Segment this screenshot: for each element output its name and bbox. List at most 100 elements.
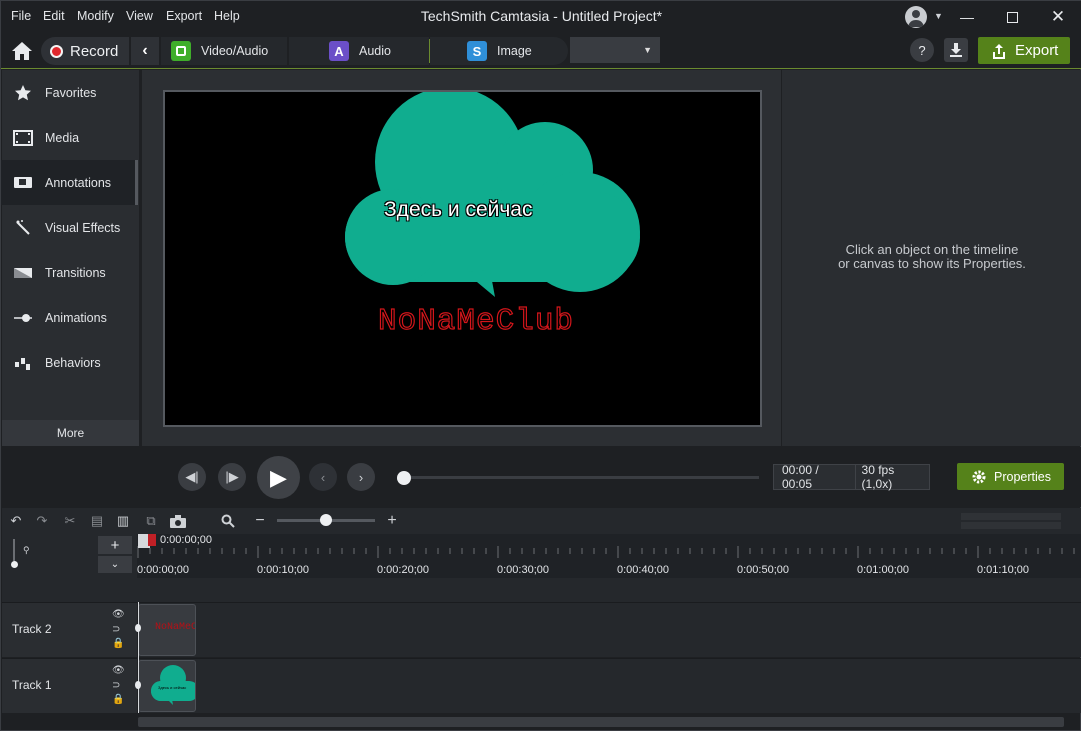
ruler-tick-label: 0:00:10;00 bbox=[257, 564, 309, 576]
split-icon[interactable]: ⧉ bbox=[141, 511, 161, 531]
sidebar-item-animations[interactable]: Animations bbox=[1, 295, 138, 340]
scrub-track[interactable] bbox=[404, 476, 759, 479]
properties-placeholder-line1: Click an object on the timeline bbox=[845, 242, 1019, 257]
track-2-clip-handle[interactable] bbox=[135, 624, 141, 632]
sidebar-item-visual-effects[interactable]: Visual Effects bbox=[1, 205, 138, 250]
copy-icon[interactable]: ▤ bbox=[87, 511, 107, 531]
more-button[interactable]: More bbox=[2, 420, 139, 446]
minimize-icon[interactable]: — bbox=[945, 5, 989, 29]
sidebar-item-label: Visual Effects bbox=[45, 220, 121, 235]
track-1-clip[interactable]: Здесь и сейчас bbox=[138, 660, 196, 712]
next-marker-button[interactable]: › bbox=[347, 463, 375, 491]
tab-video-audio-label: Video/Audio bbox=[201, 44, 269, 58]
track-2-header[interactable]: Track 2 👁 ⊃ 🔒 bbox=[2, 602, 137, 657]
step-forward-icon: |▶ bbox=[225, 469, 239, 484]
scrub-handle[interactable] bbox=[397, 471, 411, 485]
sidebar-item-annotations[interactable]: Annotations bbox=[1, 160, 138, 205]
record-dot-icon bbox=[50, 44, 63, 58]
record-label: Record bbox=[70, 42, 119, 60]
tab-audio-label: Audio bbox=[359, 44, 391, 58]
zoom-out-icon[interactable]: − bbox=[250, 511, 270, 531]
tab-video-audio[interactable]: Video/Audio bbox=[161, 37, 287, 65]
maximize-icon[interactable] bbox=[990, 5, 1034, 29]
ruler-tick-label: 0:00:00;00 bbox=[137, 564, 189, 576]
media-type-dropdown[interactable]: ▼ bbox=[570, 37, 660, 63]
callout-text[interactable]: Здесь и сейчас bbox=[384, 198, 533, 222]
track-1-label: Track 1 bbox=[12, 678, 52, 692]
export-label: Export bbox=[1015, 42, 1059, 59]
help-label: ? bbox=[918, 42, 926, 58]
sidebar-item-transitions[interactable]: Transitions bbox=[1, 250, 138, 295]
behaviors-icon bbox=[13, 354, 33, 372]
zoom-icon[interactable] bbox=[218, 511, 238, 531]
track-2-label: Track 2 bbox=[12, 622, 52, 636]
playhead-time: 0:00:00;00 bbox=[160, 534, 212, 546]
sidebar-item-label: Animations bbox=[45, 310, 107, 325]
add-track-button[interactable]: + bbox=[98, 536, 132, 554]
properties-button[interactable]: Properties bbox=[957, 463, 1064, 490]
preview-canvas[interactable]: NoNaMeClub bbox=[163, 90, 762, 427]
share-icon bbox=[993, 43, 1005, 59]
film-icon bbox=[13, 129, 33, 147]
close-icon[interactable]: ✕ bbox=[1036, 5, 1080, 29]
help-button[interactable]: ? bbox=[910, 38, 934, 62]
audio-icon: A bbox=[329, 41, 349, 61]
sidebar-item-label: Annotations bbox=[45, 175, 112, 190]
track-height-slider[interactable]: ⚲ bbox=[11, 539, 31, 571]
previous-marker-button[interactable]: ‹ bbox=[309, 463, 337, 491]
zoom-slider-handle[interactable] bbox=[320, 514, 332, 526]
timeline-spacer-row bbox=[2, 578, 1081, 602]
undo-icon[interactable]: ↶ bbox=[6, 511, 26, 531]
chevron-right-icon: › bbox=[358, 469, 364, 485]
sidebar-item-favorites[interactable]: Favorites bbox=[1, 70, 138, 115]
eye-icon[interactable]: 👁 bbox=[112, 609, 125, 620]
cut-icon[interactable]: ✂ bbox=[60, 511, 80, 531]
snapshot-camera-icon[interactable] bbox=[168, 511, 188, 531]
record-button[interactable]: Record bbox=[41, 37, 129, 65]
paste-icon[interactable]: ▥ bbox=[113, 511, 133, 531]
account-dropdown-icon[interactable]: ▼ bbox=[934, 11, 943, 21]
lock-icon[interactable]: 🔒 bbox=[112, 694, 124, 705]
step-back-icon: ◀| bbox=[185, 469, 199, 484]
clip-text: NoNaMeC bbox=[155, 622, 196, 633]
play-button[interactable]: ▶ bbox=[257, 456, 300, 499]
magnet-icon[interactable]: ⊃ bbox=[112, 680, 120, 691]
svg-text:NoNaMeClub: NoNaMeClub bbox=[378, 304, 574, 339]
zoom-in-icon[interactable]: + bbox=[382, 511, 402, 531]
tab-audio[interactable]: A Audio bbox=[289, 37, 429, 65]
sidebar-item-label: Behaviors bbox=[45, 355, 101, 370]
fps-display[interactable]: 30 fps (1,0x) bbox=[856, 463, 929, 491]
user-avatar-icon[interactable] bbox=[905, 6, 927, 28]
track-1-header[interactable]: Track 1 👁 ⊃ 🔒 bbox=[2, 658, 137, 713]
export-button[interactable]: Export bbox=[978, 37, 1070, 64]
tab-image[interactable]: S Image bbox=[430, 37, 568, 65]
track-options-chevron-down-icon[interactable]: ⌄ bbox=[98, 556, 132, 573]
noname-club-logo[interactable]: NoNaMeClub bbox=[378, 299, 578, 339]
track-2-clip[interactable]: NoNaMeC bbox=[138, 604, 196, 656]
collapse-tabs-button[interactable]: ‹ bbox=[131, 37, 159, 65]
track-2-lane[interactable] bbox=[138, 602, 1081, 657]
timeline-scroll-indicator-2 bbox=[961, 522, 1061, 529]
more-label: More bbox=[56, 426, 85, 440]
sidebar-item-media[interactable]: Media bbox=[1, 115, 138, 160]
ruler-tick-label: 0:00:20;00 bbox=[377, 564, 429, 576]
star-icon bbox=[13, 84, 33, 102]
step-forward-button[interactable]: |▶ bbox=[218, 463, 246, 491]
home-icon[interactable] bbox=[10, 39, 34, 63]
properties-placeholder: Click an object on the timeline or canva… bbox=[801, 243, 1063, 271]
video-audio-icon bbox=[171, 41, 191, 61]
lock-icon[interactable]: 🔒 bbox=[112, 638, 124, 649]
track-1-clip-handle[interactable] bbox=[135, 681, 141, 689]
eye-icon[interactable]: 👁 bbox=[112, 665, 125, 676]
timeline-horizontal-scrollbar[interactable] bbox=[138, 717, 1064, 727]
track-1-lane[interactable] bbox=[138, 658, 1081, 713]
download-button[interactable] bbox=[944, 38, 968, 62]
sidebar-item-behaviors[interactable]: Behaviors bbox=[1, 340, 138, 385]
step-back-button[interactable]: ◀| bbox=[178, 463, 206, 491]
redo-icon[interactable]: ↷ bbox=[32, 511, 52, 531]
sidebar-item-label: Favorites bbox=[45, 85, 97, 100]
playhead-line bbox=[138, 602, 139, 713]
callout-cloud[interactable] bbox=[165, 92, 760, 425]
playhead-marker[interactable] bbox=[148, 534, 156, 546]
magnet-icon[interactable]: ⊃ bbox=[112, 624, 120, 635]
